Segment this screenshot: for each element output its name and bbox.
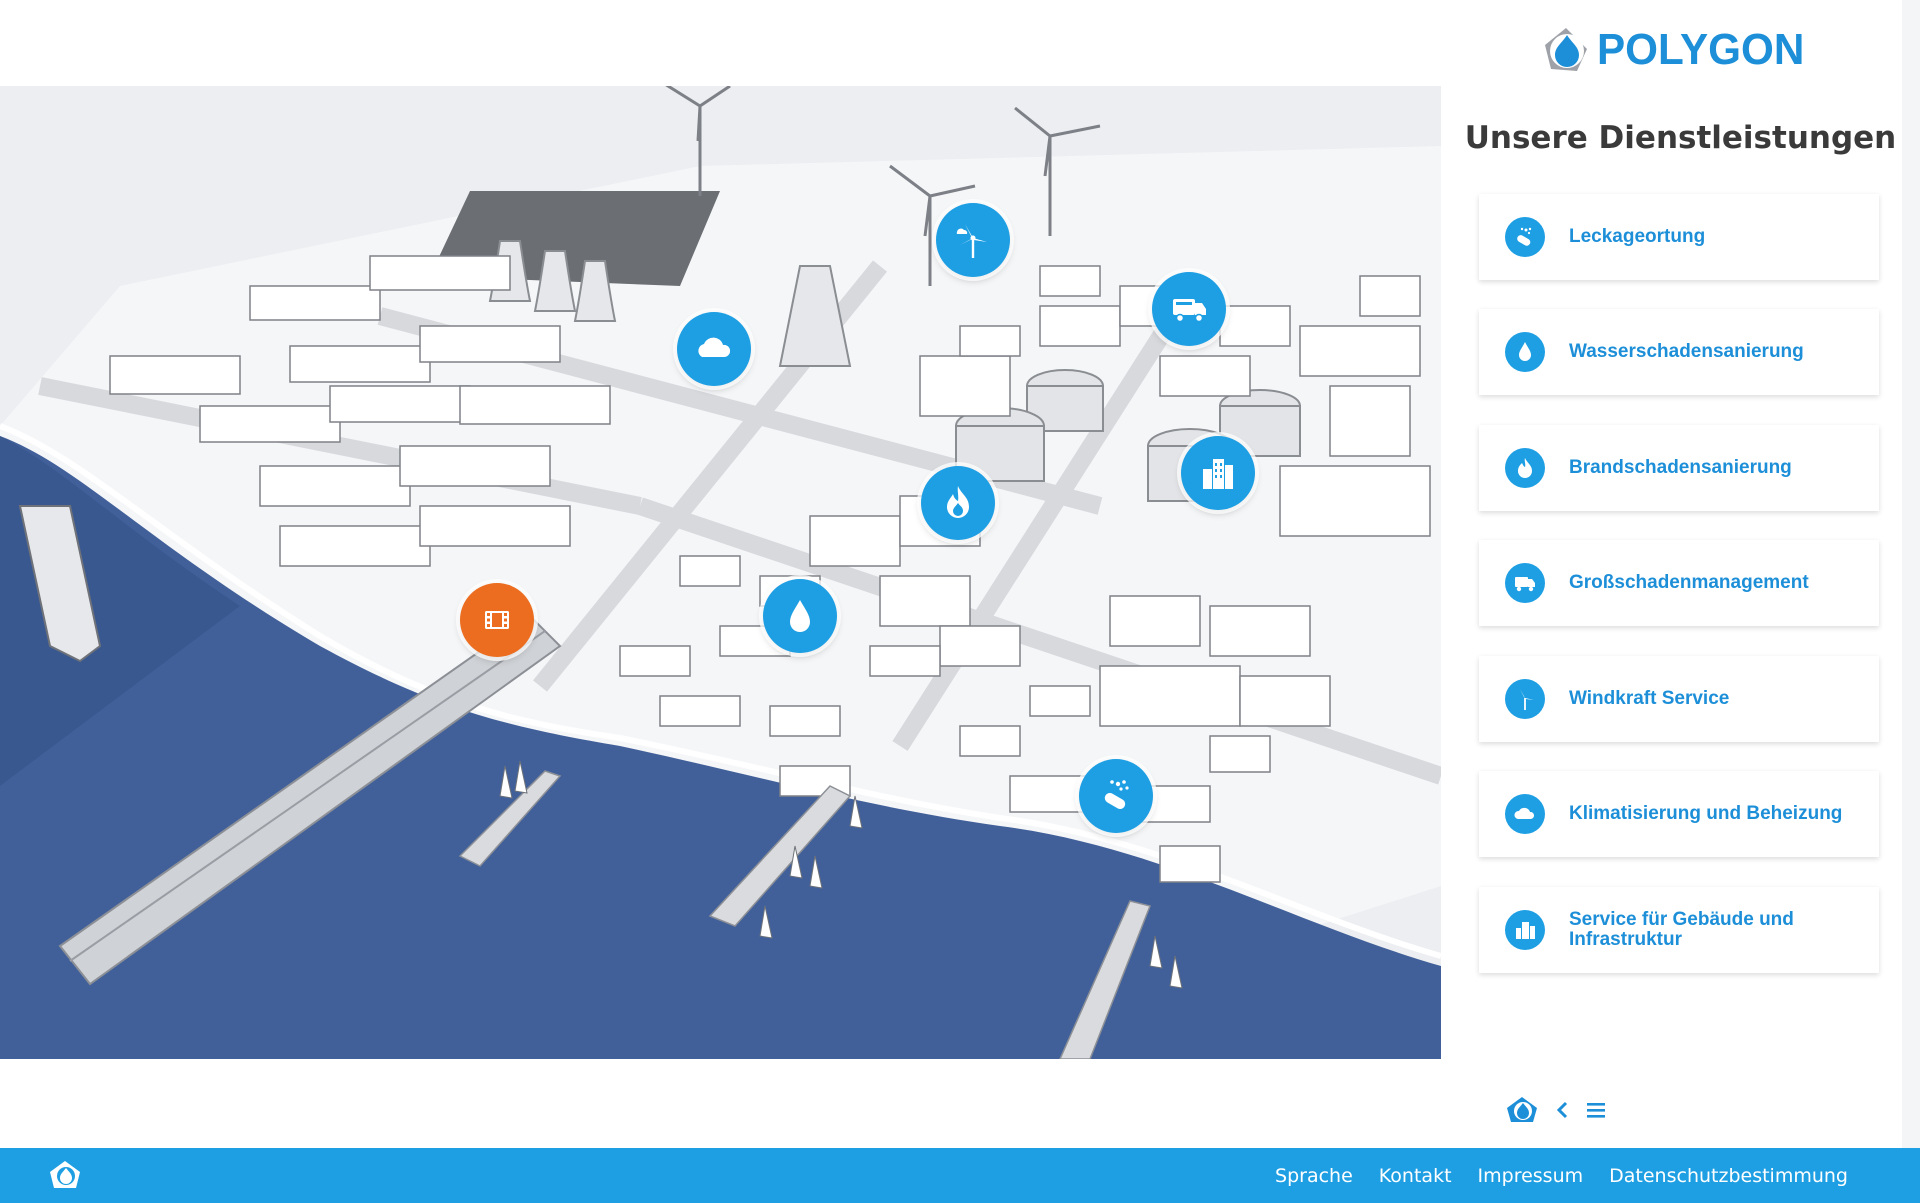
hotspot-video[interactable] [460, 583, 534, 657]
hamburger-menu-icon [1587, 1103, 1605, 1118]
truck-icon [1173, 299, 1206, 323]
service-label: Leckageortung [1569, 226, 1706, 247]
service-klimatisierung[interactable]: Klimatisierung und Beheizung [1479, 771, 1879, 857]
buildings-icon [1203, 459, 1233, 489]
leak-detection-icon [1104, 780, 1129, 809]
footer-link-kontakt[interactable]: Kontakt [1379, 1165, 1452, 1187]
water-drop-icon [790, 600, 810, 632]
footer-link-impressum[interactable]: Impressum [1478, 1165, 1584, 1187]
footer-bar: Sprache Kontakt Impressum Datenschutzbes… [0, 1148, 1920, 1203]
film-icon [485, 611, 509, 629]
back-button[interactable] [1555, 1100, 1569, 1120]
service-label: Klimatisierung und Beheizung [1569, 803, 1843, 824]
interactive-city-map[interactable] [0, 86, 1441, 1059]
service-leckageortung[interactable]: Leckageortung [1479, 194, 1879, 280]
service-label: Service für Gebäude und Infrastruktur [1569, 909, 1794, 950]
hotspot-leckageortung[interactable] [1079, 759, 1153, 833]
hotspot-wasserschaden[interactable] [763, 579, 837, 653]
sidebar-mini-nav [1505, 1096, 1607, 1124]
polygon-logo-icon [50, 1161, 80, 1188]
chevron-left-icon [1556, 1101, 1568, 1119]
footer-logo-button[interactable] [48, 1160, 82, 1195]
app-root: POLYGON Unsere Dienstleistungen Leckageo… [0, 0, 1920, 1203]
services-title: Unsere Dienstleistungen [1464, 120, 1897, 156]
service-brandschadensanierung[interactable]: Brandschadensanierung [1479, 425, 1879, 511]
polygon-logo-icon [1545, 28, 1587, 71]
service-grossschadenmanagement[interactable]: Großschadenmanagement [1479, 540, 1879, 626]
hotspot-gebaeude[interactable] [1181, 436, 1255, 510]
truck-icon [1505, 563, 1545, 603]
hotspot-grossschaden[interactable] [1152, 272, 1226, 346]
service-label: Brandschadensanierung [1569, 457, 1792, 478]
city-illustration [0, 86, 1441, 1059]
brand-name: POLYGON [1597, 25, 1805, 74]
hotspot-brandschaden[interactable] [921, 466, 995, 540]
hotspot-klimatisierung[interactable] [677, 312, 751, 386]
service-wasserschadensanierung[interactable]: Wasserschadensanierung [1479, 309, 1879, 395]
services-sidebar: POLYGON Unsere Dienstleistungen Leckageo… [1441, 0, 1920, 1148]
service-label: Windkraft Service [1569, 688, 1730, 709]
cloud-icon [1505, 794, 1545, 834]
footer-nav: Sprache Kontakt Impressum Datenschutzbes… [1275, 1148, 1848, 1203]
hotspot-windkraft[interactable] [936, 203, 1010, 277]
fire-icon [1505, 448, 1545, 488]
footer-link-datenschutz[interactable]: Datenschutzbestimmung [1609, 1165, 1848, 1187]
leak-detection-icon [1505, 217, 1545, 257]
service-label: Wasserschadensanierung [1569, 341, 1804, 362]
wind-turbine-icon [956, 224, 987, 258]
water-drop-icon [1505, 332, 1545, 372]
cloud-icon [698, 337, 731, 357]
home-logo-button[interactable] [1505, 1096, 1539, 1124]
service-gebaeude-infrastruktur[interactable]: Service für Gebäude und Infrastruktur [1479, 887, 1879, 973]
polygon-logo-icon [1507, 1097, 1537, 1122]
buildings-icon [1505, 910, 1545, 950]
service-label: Großschadenmanagement [1569, 572, 1809, 593]
footer-link-sprache[interactable]: Sprache [1275, 1165, 1353, 1187]
polygon-logo[interactable]: POLYGON [1541, 24, 1813, 76]
fire-icon [947, 486, 969, 518]
wind-turbine-icon [1505, 679, 1545, 719]
service-windkraft[interactable]: Windkraft Service [1479, 656, 1879, 742]
menu-button[interactable] [1585, 1100, 1607, 1120]
